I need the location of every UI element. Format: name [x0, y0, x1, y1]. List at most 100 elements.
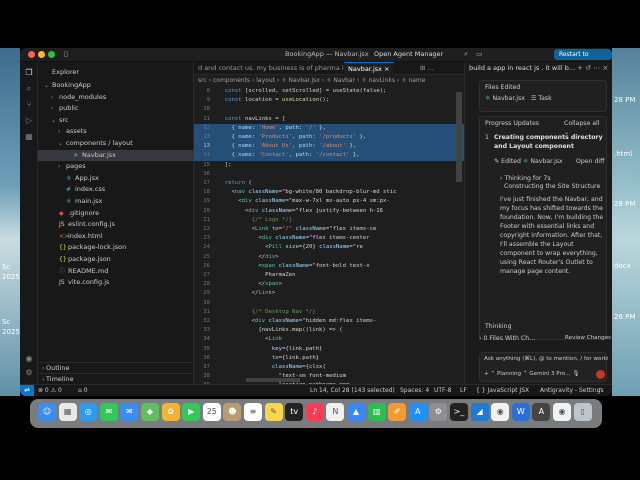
- antigravity-icon[interactable]: A: [532, 403, 551, 421]
- code-line[interactable]: 30: [194, 299, 464, 308]
- line-endings[interactable]: LF: [460, 385, 467, 396]
- search-icon[interactable]: ⌕: [464, 50, 468, 59]
- code-line[interactable]: 8 const [scrolled, setScrolled] = useSta…: [194, 87, 464, 96]
- code-line[interactable]: 13 { name: 'Products', path: '/products'…: [194, 133, 464, 143]
- remote-icon[interactable]: ⇌: [20, 385, 34, 396]
- model-selector[interactable]: ⌃ Gemini 3 Pro…: [523, 371, 571, 377]
- folder-item[interactable]: › node_modules: [38, 92, 194, 103]
- bell-icon[interactable]: ♪: [598, 385, 602, 396]
- files-edited-item[interactable]: ⚛ Navbar.jsx ☰ Task: [485, 94, 552, 103]
- tab-navbar[interactable]: Navbar.jsx ×: [344, 62, 394, 75]
- code-line[interactable]: 12 { name: 'Home', path: '/' },: [194, 123, 464, 133]
- restart-to-update-button[interactable]: Restart to Update ↗: [554, 49, 612, 69]
- files-changed-label[interactable]: › 0 Files With Ch…: [479, 334, 535, 343]
- chrome-icon[interactable]: ◉: [491, 403, 510, 421]
- launchpad-icon[interactable]: ▦: [58, 403, 77, 421]
- vertical-scrollbar[interactable]: [456, 92, 462, 182]
- language-mode[interactable]: { } JavaScript JSX: [476, 385, 529, 396]
- code-line[interactable]: 19 <div className="max-w-7xl mx-auto px-…: [194, 197, 464, 206]
- agent-conversation-tab[interactable]: build a app in react js . it will b…: [469, 64, 575, 72]
- search-icon[interactable]: ⌕: [24, 84, 34, 94]
- code-line[interactable]: 38 "text-sm font-medium: [194, 372, 464, 381]
- file-item[interactable]: {}package.json: [38, 254, 194, 265]
- file-item[interactable]: {}package-lock.json: [38, 242, 194, 253]
- file-item[interactable]: JS vite.config.js: [38, 277, 194, 288]
- code-line[interactable]: 16: [194, 170, 464, 179]
- reminders-icon[interactable]: ≡: [244, 403, 262, 421]
- file-item[interactable]: <>index.html: [38, 231, 194, 242]
- folder-item[interactable]: ⌄ src: [38, 115, 194, 126]
- close-icon[interactable]: ×: [602, 64, 608, 72]
- contacts-icon[interactable]: ☻: [223, 403, 242, 421]
- vscode-icon[interactable]: ◢: [470, 403, 489, 421]
- code-line[interactable]: 34 <Link: [194, 335, 464, 344]
- folder-item[interactable]: › pages: [38, 161, 194, 172]
- encoding[interactable]: UTF-8: [434, 385, 452, 396]
- code-line[interactable]: 32 <div className="hidden md:flex items-: [194, 317, 464, 326]
- code-line[interactable]: 37 className={clsx(: [194, 363, 464, 372]
- timeline-section[interactable]: › Timeline: [38, 373, 194, 384]
- calendar-icon[interactable]: 25: [202, 403, 221, 421]
- trash-icon[interactable]: ▯: [573, 403, 592, 421]
- outline-section[interactable]: › Outline: [38, 362, 194, 373]
- file-item[interactable]: ⚛ Navbar.jsx: [38, 149, 194, 161]
- maps-icon[interactable]: ◆: [141, 403, 159, 421]
- open-agent-manager-link[interactable]: Open Agent Manager: [374, 50, 443, 58]
- add-icon[interactable]: +: [577, 64, 583, 72]
- word-icon[interactable]: W: [511, 403, 530, 421]
- code-line[interactable]: 26 <span className="font-bold text-x: [194, 262, 464, 271]
- file-item[interactable]: # index.css: [38, 184, 194, 195]
- music-icon[interactable]: ♪: [305, 403, 324, 421]
- messages-icon[interactable]: ✉: [99, 403, 118, 421]
- tv-icon[interactable]: tv: [285, 403, 304, 421]
- mail-icon[interactable]: ✉: [120, 403, 139, 421]
- code-line[interactable]: 15 ];: [194, 161, 464, 170]
- terminal-icon[interactable]: >_: [450, 403, 468, 421]
- notes-icon[interactable]: ✎: [264, 403, 283, 421]
- file-item[interactable]: ⓘ README.md: [38, 266, 194, 277]
- more-icon[interactable]: ⋯: [593, 64, 600, 72]
- account-icon[interactable]: ◉: [24, 354, 34, 364]
- history-icon[interactable]: ↺: [585, 64, 591, 72]
- finder-icon[interactable]: ☺: [38, 403, 56, 421]
- agent-chat-input[interactable]: Ask anything (⌘L), @ to mention, / for w…: [479, 352, 608, 382]
- review-changes-button[interactable]: Review Changes: [565, 334, 611, 343]
- code-line[interactable]: 10: [194, 105, 464, 114]
- code-line[interactable]: 17 return (: [194, 179, 464, 188]
- file-item[interactable]: ◆ .gitignore: [38, 208, 194, 219]
- tab-prompt[interactable]: d and contact us. my business is of phar…: [194, 62, 344, 75]
- mode-selector[interactable]: ⌃ Planning: [490, 371, 521, 377]
- code-line[interactable]: 24 <Pill size={20} className="re: [194, 243, 464, 252]
- ports-indicator[interactable]: ⌂ 0: [78, 385, 88, 396]
- horizontal-scrollbar[interactable]: [246, 378, 300, 382]
- chrome-2-icon[interactable]: ◉: [553, 403, 571, 421]
- news-icon[interactable]: N: [326, 403, 345, 421]
- minimize-window-button[interactable]: [38, 51, 45, 58]
- code-line[interactable]: 33 {navLinks.map((link) => (: [194, 326, 464, 335]
- breadcrumb[interactable]: src › components › layout › ⚛ Navbar.jsx…: [198, 76, 425, 86]
- code-line[interactable]: 9 const location = useLocation();: [194, 96, 464, 105]
- code-line[interactable]: 31 {/* Desktop Nav */}: [194, 308, 464, 317]
- code-line[interactable]: 21 {/* Logo */}: [194, 216, 464, 225]
- indentation[interactable]: Spaces: 4: [400, 385, 429, 396]
- sidebar-toggle-icon[interactable]: ▯: [64, 50, 68, 58]
- run-debug-icon[interactable]: ▷: [24, 116, 34, 126]
- code-line[interactable]: 27 PharmaZen: [194, 271, 464, 280]
- code-lines[interactable]: 8 const [scrolled, setScrolled] = useSta…: [194, 87, 464, 384]
- folder-item[interactable]: › public: [38, 103, 194, 114]
- file-item[interactable]: ⚛ main.jsx: [38, 196, 194, 207]
- code-line[interactable]: 13 { name: 'About Us', path: '/about' },: [194, 142, 464, 152]
- folder-item[interactable]: › assets: [38, 126, 194, 137]
- facetime-icon[interactable]: ▶: [182, 403, 201, 421]
- cursor-position[interactable]: Ln 14, Col 28 (143 selected): [310, 385, 395, 396]
- file-item[interactable]: JS eslint.config.js: [38, 219, 194, 230]
- code-line[interactable]: 14 { name: 'Contact', path: '/contact' }…: [194, 151, 464, 161]
- close-window-button[interactable]: [28, 51, 35, 58]
- pages-icon[interactable]: ✐: [388, 403, 407, 421]
- explorer-icon[interactable]: ❐: [24, 68, 34, 78]
- code-line[interactable]: 11 const navLinks = [: [194, 115, 464, 124]
- layout-icon[interactable]: ▭: [476, 50, 483, 58]
- add-icon[interactable]: +: [484, 371, 489, 377]
- settings-icon[interactable]: ⚙: [429, 403, 448, 421]
- code-line[interactable]: 20 <div className="flex justify-between …: [194, 207, 464, 216]
